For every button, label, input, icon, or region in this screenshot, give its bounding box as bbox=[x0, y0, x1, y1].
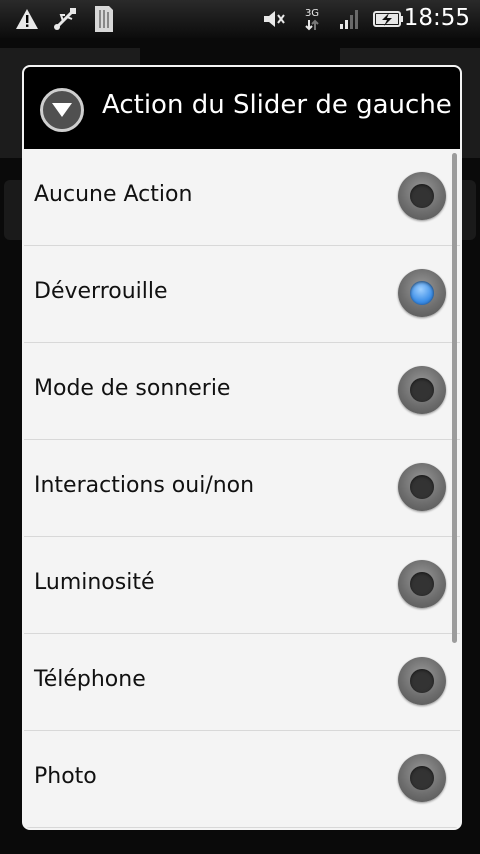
option-photo[interactable]: Photo bbox=[24, 731, 460, 828]
chevron-down-icon bbox=[40, 88, 84, 132]
option-mode-de-sonnerie[interactable]: Mode de sonnerie bbox=[24, 343, 460, 440]
radio-button-selected[interactable] bbox=[398, 269, 446, 317]
option-interactions[interactable]: Interactions oui/non bbox=[24, 440, 460, 537]
radio-button[interactable] bbox=[398, 463, 446, 511]
battery-charging-icon bbox=[373, 6, 405, 32]
option-label: Interactions oui/non bbox=[34, 473, 255, 498]
option-telephone[interactable]: Téléphone bbox=[24, 634, 460, 731]
option-label: Aucune Action bbox=[34, 182, 193, 207]
radio-dot bbox=[410, 669, 434, 693]
network-3g-icon: 3G bbox=[302, 6, 322, 32]
radio-dot bbox=[410, 475, 434, 499]
radio-dot bbox=[410, 281, 434, 305]
radio-button[interactable] bbox=[398, 366, 446, 414]
option-label: Téléphone bbox=[34, 667, 146, 692]
option-aucune-action[interactable]: Aucune Action bbox=[24, 149, 460, 246]
mute-icon bbox=[262, 6, 286, 32]
list-scrollbar[interactable] bbox=[452, 153, 457, 643]
selection-dialog: Action du Slider de gauche Aucune Action… bbox=[22, 65, 462, 830]
radio-dot bbox=[410, 378, 434, 402]
radio-button[interactable] bbox=[398, 172, 446, 220]
status-bar: 3G 18:55 bbox=[0, 0, 480, 38]
option-label: Photo bbox=[34, 764, 97, 789]
network-label: 3G bbox=[304, 7, 320, 19]
signal-icon bbox=[338, 6, 362, 32]
radio-button[interactable] bbox=[398, 560, 446, 608]
option-luminosite[interactable]: Luminosité bbox=[24, 537, 460, 634]
options-list: Aucune Action Déverrouille Mode de sonne… bbox=[24, 149, 460, 828]
dialog-header: Action du Slider de gauche bbox=[24, 67, 460, 149]
radio-dot bbox=[410, 572, 434, 596]
radio-dot bbox=[410, 184, 434, 208]
sd-card-icon bbox=[92, 3, 116, 35]
option-deverrouille[interactable]: Déverrouille bbox=[24, 246, 460, 343]
usb-icon bbox=[52, 6, 80, 32]
dialog-title: Action du Slider de gauche bbox=[102, 90, 452, 120]
radio-button[interactable] bbox=[398, 754, 446, 802]
clock-time: 18:55 bbox=[403, 5, 470, 31]
option-label: Déverrouille bbox=[34, 279, 168, 304]
option-label: Luminosité bbox=[34, 570, 155, 595]
radio-dot bbox=[410, 766, 434, 790]
radio-button[interactable] bbox=[398, 657, 446, 705]
option-label: Mode de sonnerie bbox=[34, 376, 231, 401]
warning-icon bbox=[14, 6, 40, 32]
